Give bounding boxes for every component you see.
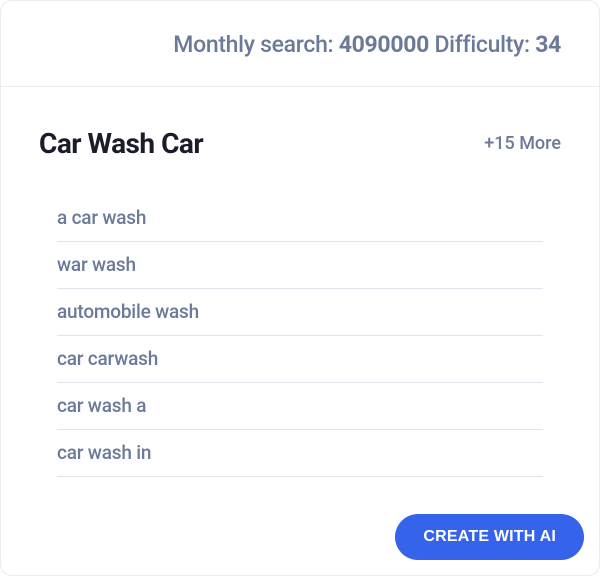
difficulty-label: Difficulty: <box>429 31 535 58</box>
monthly-search-value: 4090000 <box>339 31 429 58</box>
keyword-list: a car wash war wash automobile wash car … <box>39 195 561 477</box>
create-with-ai-button[interactable]: CREATE WITH AI <box>395 514 584 560</box>
more-link[interactable]: +15 More <box>484 133 561 154</box>
content-area: Car Wash Car +15 More a car wash war was… <box>1 87 599 497</box>
keyword-item[interactable]: car wash a <box>57 383 543 430</box>
keyword-item[interactable]: a car wash <box>57 195 543 242</box>
keyword-item[interactable]: automobile wash <box>57 289 543 336</box>
keyword-card: Monthly search: 4090000 Difficulty: 34 C… <box>0 0 600 576</box>
keyword-item[interactable]: car carwash <box>57 336 543 383</box>
keyword-title: Car Wash Car <box>39 127 203 160</box>
keyword-item[interactable]: war wash <box>57 242 543 289</box>
stats-header: Monthly search: 4090000 Difficulty: 34 <box>1 1 599 87</box>
monthly-search-label: Monthly search: <box>173 31 339 58</box>
difficulty-value: 34 <box>535 31 561 58</box>
title-row: Car Wash Car +15 More <box>39 127 561 160</box>
keyword-item[interactable]: car wash in <box>57 430 543 477</box>
